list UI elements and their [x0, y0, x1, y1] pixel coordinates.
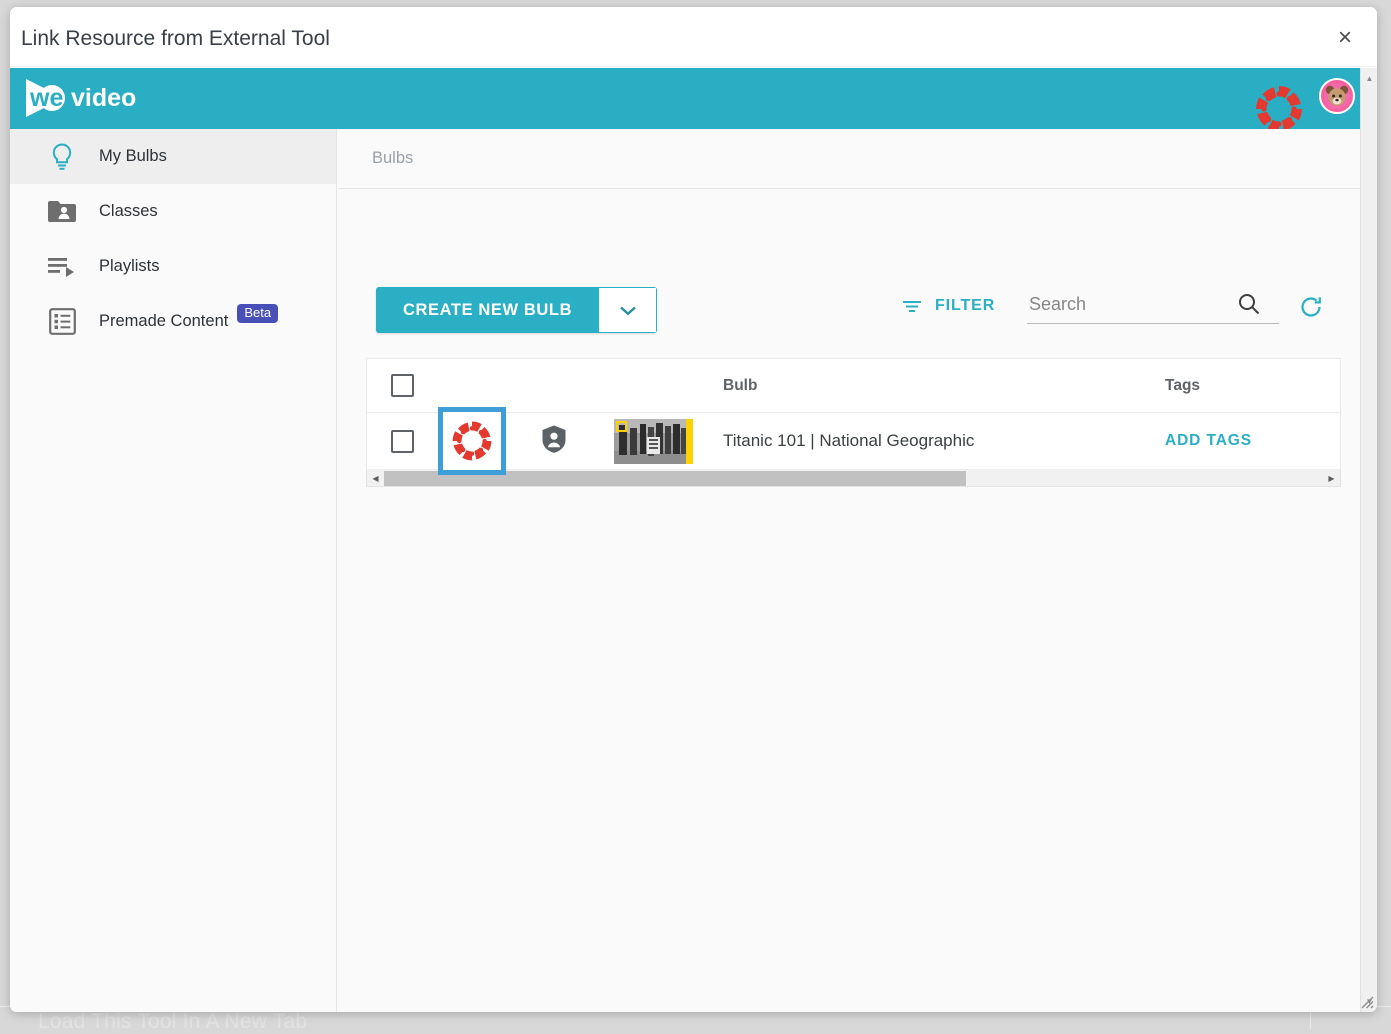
wevideo-app: we video My Bulbs Classes Playlists Prem… — [10, 68, 1377, 1012]
scroll-left-arrow-icon[interactable]: ◀ — [367, 470, 384, 487]
bulbs-toolbar: CREATE NEW BULB FILTER Search — [366, 287, 1341, 335]
column-header-bulb: Bulb — [723, 376, 758, 394]
load-tool-in-new-tab-link[interactable]: Load This Tool In A New Tab — [38, 1010, 307, 1034]
sidebar-item-premade-content[interactable]: Premade Content Beta — [10, 294, 336, 349]
external-tool-modal: Link Resource from External Tool × we vi… — [10, 7, 1377, 1012]
create-new-bulb-group: CREATE NEW BULB — [376, 287, 658, 333]
bulbs-table: Bulb Tags Titanic 101 | National Geograp… — [366, 358, 1341, 475]
folder-person-icon — [36, 199, 88, 224]
add-tags-button[interactable]: ADD TAGS — [1165, 432, 1252, 449]
wevideo-logo[interactable]: we video — [24, 75, 149, 121]
row-select-cell — [367, 429, 437, 453]
column-header-tags: Tags — [1165, 376, 1201, 394]
sidebar-item-classes[interactable]: Classes — [10, 184, 336, 239]
svg-text:we: we — [29, 84, 63, 112]
beta-badge: Beta — [237, 303, 279, 323]
sidebar-item-playlists[interactable]: Playlists — [10, 239, 336, 294]
lightbulb-icon — [36, 142, 88, 172]
list-box-icon — [36, 308, 88, 335]
table-row[interactable]: Titanic 101 | National Geographic ADD TA… — [367, 407, 1340, 475]
row-thumbnail-cell — [601, 418, 705, 464]
canvas-logo-icon[interactable] — [438, 407, 506, 475]
bulbs-panel: CREATE NEW BULB FILTER Search Bulb Tags … — [366, 287, 1341, 487]
scrollbar-track[interactable] — [384, 470, 1323, 487]
table-horizontal-scrollbar[interactable]: ◀ ▶ — [366, 470, 1341, 487]
scroll-right-arrow-icon[interactable]: ▶ — [1323, 470, 1340, 487]
sidebar-item-my-bulbs[interactable]: My Bulbs — [10, 129, 336, 184]
breadcrumb[interactable]: Bulbs — [372, 149, 413, 168]
row-tags-cell: ADD TAGS — [1125, 432, 1340, 450]
shield-person-icon[interactable] — [541, 424, 567, 459]
row-source-cell — [437, 407, 507, 475]
canvas-logo-icon — [1253, 83, 1305, 135]
create-new-bulb-button[interactable]: CREATE NEW BULB — [376, 287, 600, 333]
modal-title: Link Resource from External Tool — [21, 27, 330, 50]
sidebar: My Bulbs Classes Playlists Premade Conte… — [10, 129, 337, 1012]
select-all-checkbox[interactable] — [390, 374, 414, 397]
video-thumbnail[interactable] — [613, 418, 693, 464]
table-header-row: Bulb Tags — [367, 359, 1340, 413]
select-all-cell — [367, 374, 437, 397]
search-input[interactable] — [1027, 292, 1237, 316]
playlist-play-icon — [36, 255, 88, 279]
app-header-bar: we video — [10, 68, 1367, 132]
svg-text:video: video — [71, 84, 136, 112]
chevron-down-icon[interactable] — [599, 287, 658, 333]
user-avatar-icon[interactable] — [1319, 78, 1355, 114]
sidebar-item-label: Premade Content — [99, 312, 229, 330]
resize-handle-icon[interactable] — [1357, 992, 1374, 1009]
sidebar-item-label: Playlists — [99, 257, 160, 275]
scroll-up-arrow-icon[interactable]: ▲ — [1361, 70, 1377, 87]
row-checkbox[interactable] — [390, 429, 414, 453]
row-bulb-title[interactable]: Titanic 101 | National Geographic — [705, 431, 1125, 451]
search-icon[interactable] — [1237, 292, 1261, 316]
filter-label: FILTER — [935, 297, 996, 314]
sidebar-item-label: My Bulbs — [99, 147, 167, 165]
filter-icon — [902, 298, 922, 314]
breadcrumb-bar: Bulbs — [338, 129, 1367, 189]
content-area: Bulbs CREATE NEW BULB FILTER Search Bulb… — [338, 129, 1367, 1012]
search-field-wrapper — [1027, 292, 1279, 324]
filter-button[interactable]: FILTER — [902, 297, 995, 315]
close-icon[interactable]: × — [1327, 20, 1363, 56]
modal-titlebar: Link Resource from External Tool × — [10, 7, 1377, 67]
row-privacy-cell — [507, 424, 601, 459]
refresh-icon[interactable] — [1299, 295, 1323, 319]
sidebar-item-label: Classes — [99, 202, 158, 220]
app-vertical-scrollbar[interactable]: ▲ ▼ — [1360, 68, 1377, 1012]
